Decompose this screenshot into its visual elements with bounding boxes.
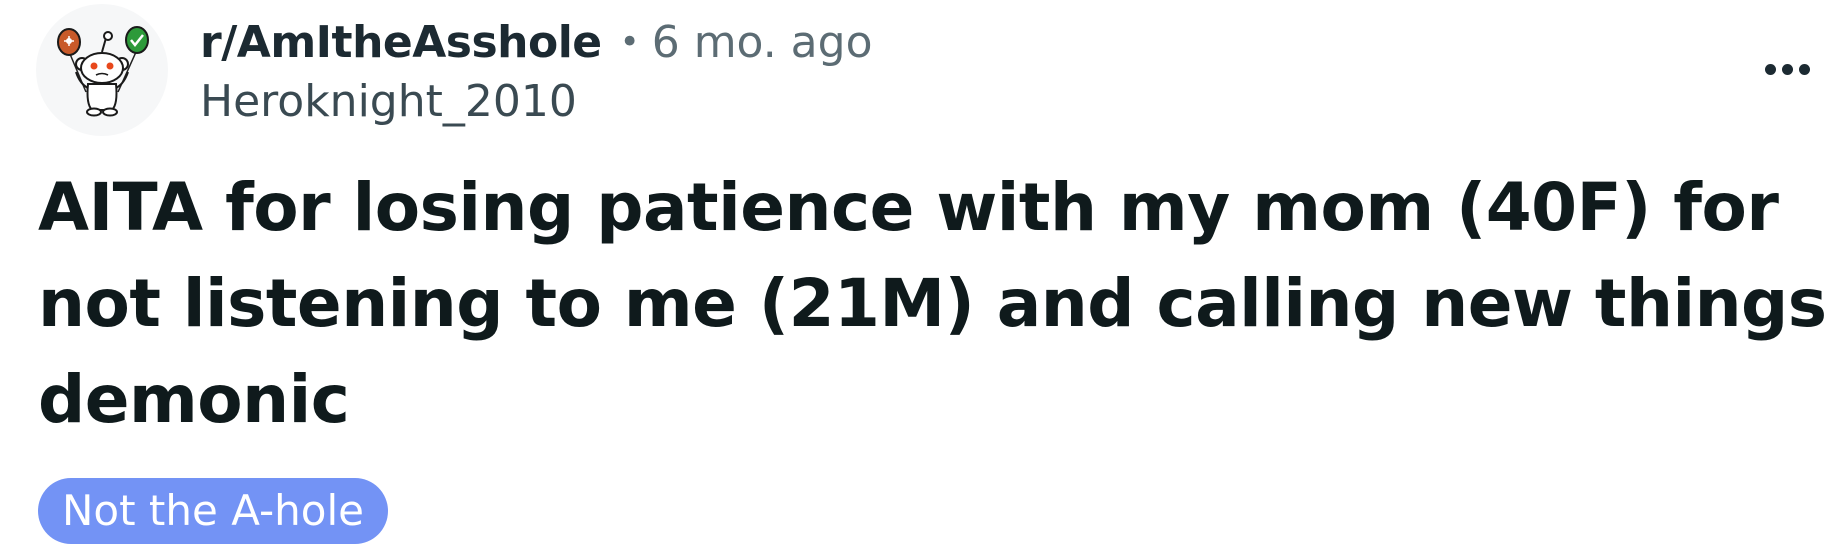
subreddit-avatar[interactable] [36,4,168,136]
more-options-button[interactable] [1754,44,1820,94]
post-meta: r/AmItheAsshole • 6 mo. ago [200,12,873,72]
snoo-avatar-icon [57,26,149,117]
meta-separator: • [619,22,640,62]
more-options-icon [1764,63,1810,75]
post-flair[interactable]: Not the A-hole [38,478,388,544]
post-timestamp: 6 mo. ago [651,16,873,68]
post-title[interactable]: AITA for losing patience with my mom (40… [38,160,1828,448]
post-header: r/AmItheAsshole • 6 mo. ago Heroknight_2… [0,0,1844,558]
subreddit-link[interactable]: r/AmItheAsshole [200,17,602,68]
author-username[interactable]: Heroknight_2010 [200,76,577,127]
